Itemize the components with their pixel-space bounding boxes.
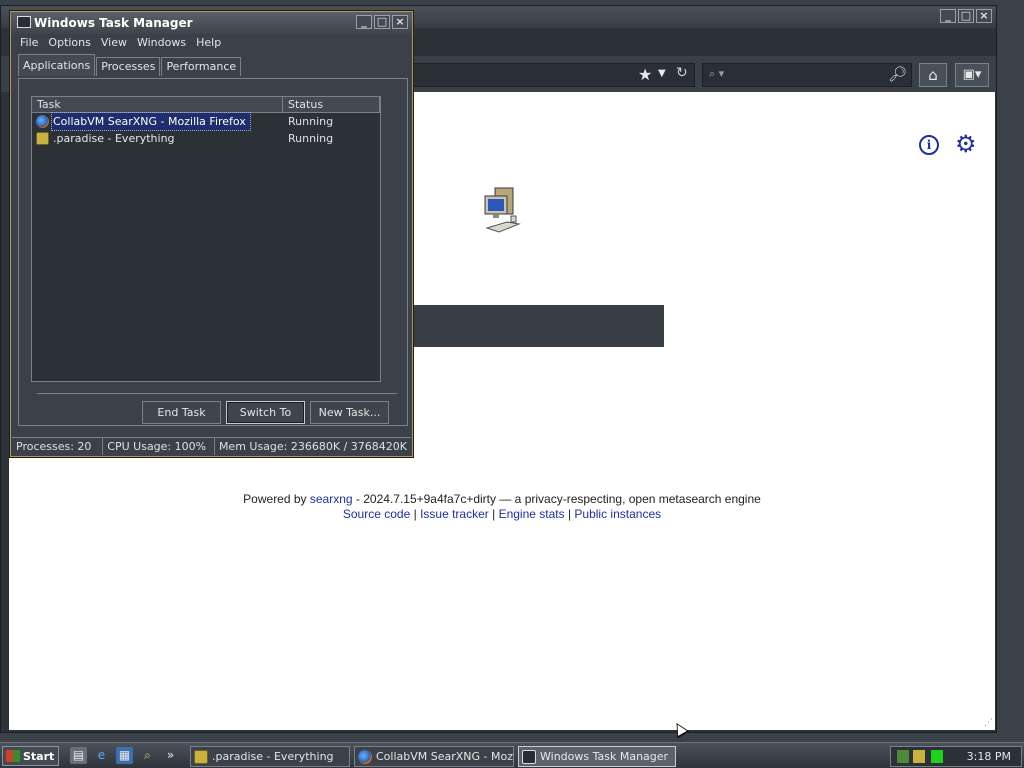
list-header: Task Status (32, 97, 380, 113)
taskbar-button-firefox[interactable]: CollabVM SearXNG - Mozill... (354, 746, 514, 767)
minimize-button[interactable]: _ (356, 15, 372, 29)
gear-icon[interactable]: ⚙ (955, 132, 977, 156)
everything-icon (194, 749, 208, 764)
new-task-button[interactable]: New Task... (310, 401, 389, 424)
public-instances-link[interactable]: Public instances (574, 507, 661, 521)
link-separator: | (564, 507, 575, 521)
search-engine-icon[interactable]: ⌕ ▾ (709, 67, 724, 81)
resize-grip-icon[interactable]: ⋰ (984, 718, 993, 728)
info-icon[interactable]: i (919, 135, 939, 155)
search-field[interactable] (413, 305, 664, 347)
table-row[interactable]: CollabVM SearXNG - Mozilla Firefox Runni… (32, 112, 380, 131)
url-history-dropdown-icon[interactable]: ▼ (658, 68, 666, 79)
bookmarks-menu-button[interactable]: ▣▾ (955, 63, 989, 87)
end-task-button[interactable]: End Task (142, 401, 221, 424)
tab-applications[interactable]: Applications (18, 54, 96, 76)
home-button[interactable]: ⌂ (919, 63, 947, 87)
task-status: Running (288, 132, 334, 145)
searxng-link[interactable]: searxng (310, 492, 353, 506)
column-header-status[interactable]: Status (283, 97, 380, 112)
taskbar-button-label: .paradise - Everything (212, 750, 334, 763)
start-label: Start (23, 749, 55, 763)
taskmanager-icon (17, 16, 31, 28)
clock: 3:18 PM (966, 750, 1011, 763)
firefox-maximize-button[interactable]: □ (958, 9, 974, 23)
engine-stats-link[interactable]: Engine stats (499, 507, 565, 521)
task-manager-titlebar[interactable]: Windows Task Manager _ □ × (11, 12, 412, 34)
windows-explorer-icon[interactable]: ▦ (116, 747, 133, 764)
everything-icon (36, 132, 49, 145)
processes-count: Processes: 20 (12, 438, 104, 455)
column-header-task[interactable]: Task (32, 97, 283, 112)
link-separator: | (410, 507, 421, 521)
maximize-button[interactable]: □ (374, 15, 390, 29)
firefox-minimize-button[interactable]: _ (940, 9, 956, 23)
footer-links: Source code | Issue tracker | Engine sta… (9, 507, 995, 522)
bookmarks-icon: ▣▾ (962, 67, 982, 82)
page-footer: Powered by searxng - 2024.7.15+9a4fa7c+d… (9, 492, 995, 522)
taskbar-button-label: Windows Task Manager (540, 750, 669, 763)
bookmark-star-icon[interactable]: ★ (638, 65, 652, 84)
source-code-link[interactable]: Source code (343, 507, 410, 521)
taskbar: Start ▤ e ▦ ⌕ » .paradise - Everything C… (0, 742, 1024, 768)
taskbar-button-label: CollabVM SearXNG - Mozill... (376, 750, 514, 763)
powered-by-text: Powered by (243, 492, 310, 506)
url-bar[interactable]: ★ ▼ ↻ (413, 63, 695, 87)
firefox-icon (358, 749, 372, 764)
taskbar-button-everything[interactable]: .paradise - Everything (190, 746, 350, 767)
task-status: Running (288, 115, 334, 128)
show-desktop-icon[interactable]: ▤ (70, 747, 87, 764)
menu-help[interactable]: Help (191, 34, 226, 53)
applications-list[interactable]: Task Status CollabVM SearXNG - Mozilla F… (31, 96, 381, 382)
issue-tracker-link[interactable]: Issue tracker (420, 507, 489, 521)
system-tray: 3:18 PM (890, 746, 1022, 767)
taskmanager-icon (522, 749, 536, 764)
magnifier-icon[interactable]: 🔎︎ (888, 65, 907, 83)
tab-strip: Applications Processes Performance (18, 54, 242, 76)
tab-performance[interactable]: Performance (161, 57, 242, 76)
footer-powered-line: Powered by searxng - 2024.7.15+9a4fa7c+d… (9, 492, 995, 507)
switch-to-button[interactable]: Switch To (226, 401, 305, 424)
firefox-icon (36, 115, 49, 128)
task-name: CollabVM SearXNG - Mozilla Firefox (51, 112, 251, 131)
mem-usage: Mem Usage: 236680K / 3768420K (218, 440, 407, 453)
network-icon[interactable] (897, 750, 909, 763)
firefox-close-button[interactable]: × (976, 9, 992, 23)
home-icon: ⌂ (928, 66, 938, 84)
menu-bar: File Options View Windows Help (11, 34, 412, 53)
cpu-meter-icon[interactable] (931, 750, 943, 763)
quick-launch: ▤ e ▦ ⌕ » (70, 747, 179, 764)
table-row[interactable]: .paradise - Everything Running (32, 130, 380, 147)
task-manager-window: Windows Task Manager _ □ × File Options … (10, 11, 413, 457)
menu-file[interactable]: File (15, 34, 43, 53)
version-text: - 2024.7.15+9a4fa7c+dirty — a privacy-re… (352, 492, 761, 506)
tab-processes[interactable]: Processes (96, 57, 161, 76)
menu-options[interactable]: Options (43, 34, 95, 53)
quicklaunch-more-icon[interactable]: » (162, 747, 179, 764)
windows-logo-icon (6, 750, 20, 762)
search-box[interactable]: ⌕ ▾ 🔎︎ (702, 63, 912, 87)
task-name: .paradise - Everything (53, 132, 175, 145)
computer-logo-icon (484, 187, 521, 233)
divider (37, 393, 397, 394)
reload-icon[interactable]: ↻ (676, 65, 688, 81)
everything-tray-icon[interactable] (913, 750, 925, 763)
internet-explorer-icon[interactable]: e (93, 747, 110, 764)
menu-windows[interactable]: Windows (132, 34, 191, 53)
taskbar-button-task-manager[interactable]: Windows Task Manager (518, 746, 676, 767)
status-bar: Processes: 20 CPU Usage: 100% Mem Usage:… (12, 437, 411, 455)
cpu-usage: CPU Usage: 100% (103, 438, 215, 455)
close-button[interactable]: × (392, 15, 408, 29)
window-title: Windows Task Manager (34, 16, 193, 30)
start-button[interactable]: Start (2, 746, 59, 766)
search-icon[interactable]: ⌕ (139, 747, 156, 764)
menu-view[interactable]: View (96, 34, 132, 53)
link-separator: | (488, 507, 499, 521)
